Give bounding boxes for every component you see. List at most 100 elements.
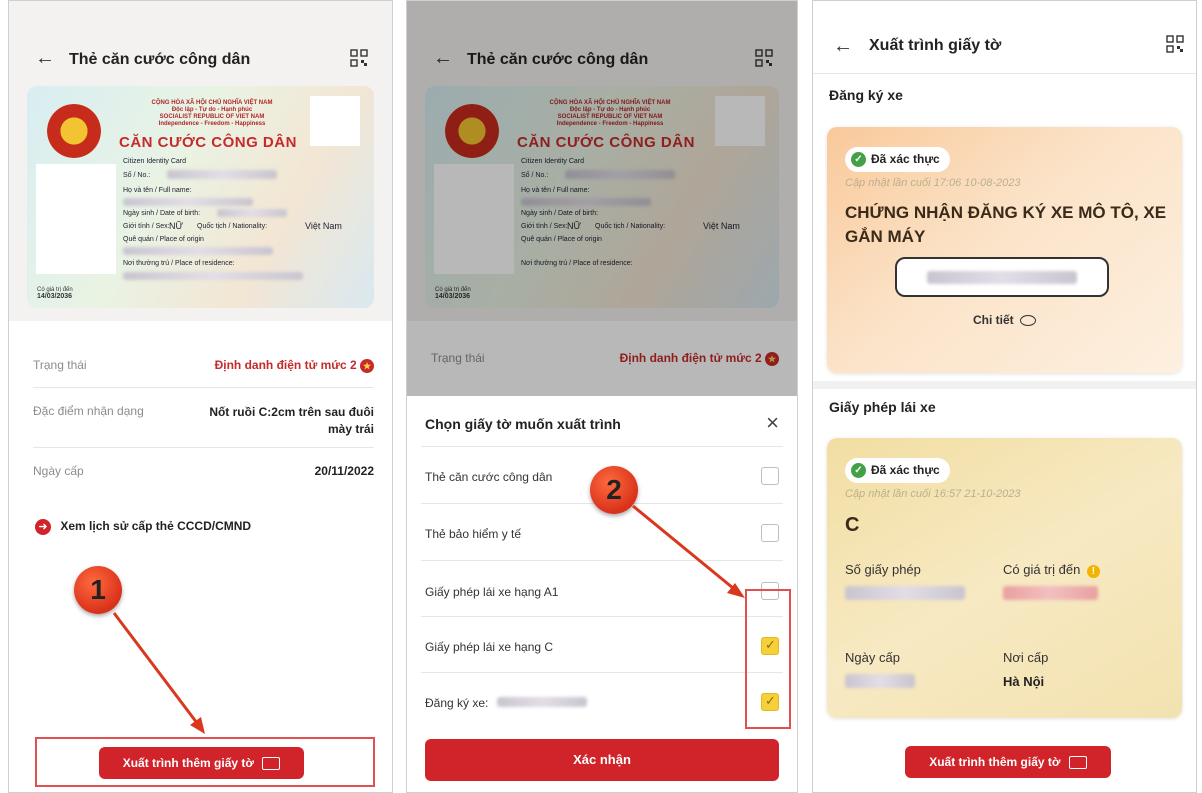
section-title-vehicle: Đăng ký xe bbox=[829, 87, 903, 103]
card-country-line3: SOCIALIST REPUBLIC OF VIET NAM bbox=[159, 114, 265, 120]
card-header: CỘNG HÒA XÃ HỘI CHỦ NGHĨA VIỆT NAM Độc l… bbox=[117, 100, 307, 128]
divider bbox=[421, 446, 783, 447]
option-license-c[interactable]: Giấy phép lái xe hạng C bbox=[425, 637, 779, 655]
card-sex-value: NỮ bbox=[169, 221, 184, 231]
back-arrow-icon[interactable]: ← bbox=[833, 35, 853, 58]
highlight-box bbox=[745, 589, 791, 729]
row-label: Ngày cấp bbox=[33, 464, 84, 478]
driver-license-card[interactable]: ✓ Đã xác thực Cập nhật lần cuối 16:57 21-… bbox=[827, 438, 1182, 718]
card-expiry-value: 14/03/2036 bbox=[37, 293, 73, 300]
option-label: Giấy phép lái xe hạng A1 bbox=[425, 585, 559, 599]
page-title: Thẻ căn cước công dân bbox=[69, 51, 251, 68]
badge-label: Đã xác thực bbox=[871, 463, 940, 477]
last-updated: Cập nhật lần cuối 16:57 21-10-2023 bbox=[845, 488, 1021, 500]
section-divider bbox=[813, 381, 1196, 389]
panel-select-documents: ← Thẻ căn cước công dân CỘNG HÒA XÃ HỘI … bbox=[406, 0, 798, 793]
card-photo bbox=[36, 164, 116, 274]
redacted-name bbox=[123, 198, 253, 206]
option-license-a1[interactable]: Giấy phép lái xe hạng A1 bbox=[425, 582, 779, 600]
present-more-button[interactable]: Xuất trình thêm giấy tờ bbox=[99, 747, 304, 779]
divider bbox=[421, 560, 783, 561]
issue-place-label: Nơi cấp bbox=[1003, 650, 1049, 665]
header: ← Thẻ căn cước công dân bbox=[9, 1, 392, 76]
row-value: Nốt ruồi C:2cm trên sau đuôi mày trái bbox=[209, 405, 374, 436]
divider bbox=[33, 387, 374, 388]
back-arrow-icon[interactable]: ← bbox=[35, 47, 55, 70]
history-link[interactable]: ➜ Xem lịch sử cấp thẻ CCCD/CMND bbox=[35, 519, 374, 535]
option-vehicle-registration[interactable]: Đăng ký xe: bbox=[425, 693, 779, 711]
card-country-line4: Independence - Freedom - Happiness bbox=[158, 121, 266, 127]
qr-code-icon[interactable] bbox=[350, 49, 368, 67]
redacted-dob bbox=[217, 209, 287, 217]
citizen-id-card: CỘNG HÒA XÃ HỘI CHỦ NGHĨA VIỆT NAM Độc l… bbox=[27, 86, 374, 308]
row-value: 20/11/2022 bbox=[314, 464, 374, 478]
card-country-line1: CỘNG HÒA XÃ HỘI CHỦ NGHĨA VIỆT NAM bbox=[151, 100, 273, 106]
card-sex-label: Giới tính / Sex: bbox=[123, 223, 170, 230]
bottom-sheet: Chọn giấy tờ muốn xuất trình × Thẻ căn c… bbox=[407, 396, 797, 792]
issue-date-label: Ngày cấp bbox=[845, 650, 900, 665]
dim-overlay[interactable] bbox=[407, 1, 797, 396]
issue-place-value: Hà Nội bbox=[1003, 674, 1045, 689]
last-updated: Cập nhật lần cuối 17:06 10-08-2023 bbox=[845, 177, 1021, 189]
close-icon[interactable]: × bbox=[766, 410, 779, 436]
option-label: Giấy phép lái xe hạng C bbox=[425, 640, 554, 654]
redacted-plate bbox=[497, 697, 587, 707]
redacted-plate bbox=[927, 271, 1077, 284]
card-origin-label: Quê quán / Place of origin bbox=[123, 236, 204, 243]
present-more-label: Xuất trình thêm giấy tờ bbox=[929, 755, 1061, 769]
row-label: Trạng thái bbox=[33, 358, 87, 372]
status-text: Định danh điện tử mức 2 bbox=[214, 358, 357, 372]
shield-badge-icon: ★ bbox=[360, 359, 374, 373]
step-marker-1: 1 bbox=[74, 566, 122, 614]
card-qr-area bbox=[310, 96, 360, 146]
arrow-right-circle-icon: ➜ bbox=[35, 519, 51, 535]
check-circle-icon: ✓ bbox=[851, 152, 866, 168]
option-health-insurance[interactable]: Thẻ bảo hiểm y tế bbox=[425, 524, 779, 542]
card-fullname-label: Họ và tên / Full name: bbox=[123, 187, 192, 194]
panel-present-documents: ← Xuất trình giấy tờ Đăng ký xe ✓ Đã xác … bbox=[812, 0, 1197, 793]
license-class: C bbox=[845, 514, 860, 536]
checkbox-health-insurance[interactable] bbox=[761, 524, 779, 542]
qr-code-icon[interactable] bbox=[1166, 35, 1184, 53]
plate-number-box bbox=[895, 257, 1109, 297]
detail-link-label: Chi tiết bbox=[972, 313, 1014, 327]
national-emblem-icon bbox=[47, 104, 101, 158]
card-residence-label: Nơi thường trú / Place of residence: bbox=[123, 260, 235, 267]
page-title: Xuất trình giấy tờ bbox=[869, 37, 1002, 54]
redacted-number bbox=[167, 170, 277, 179]
row-status: Trạng thái Định danh điện tử mức 2 ★ bbox=[33, 358, 374, 373]
row-identification: Đặc điểm nhận dạng Nốt ruồi C:2cm trên s… bbox=[33, 404, 374, 436]
eye-icon bbox=[1020, 315, 1036, 327]
card-country-line2: Độc lập - Tự do - Hạnh phúc bbox=[171, 107, 253, 113]
divider bbox=[421, 616, 783, 617]
card-dob-label: Ngày sinh / Date of birth: bbox=[123, 210, 201, 217]
redacted-issue-date bbox=[845, 674, 915, 688]
detail-link[interactable]: Chi tiết bbox=[827, 313, 1182, 327]
row-issue-date: Ngày cấp 20/11/2022 bbox=[33, 464, 374, 478]
card-name: CĂN CƯỚC CÔNG DÂN bbox=[119, 134, 297, 151]
badge-label: Đã xác thực bbox=[871, 152, 940, 166]
confirm-button[interactable]: Xác nhận bbox=[425, 739, 779, 781]
divider bbox=[33, 447, 374, 448]
id-card-icon bbox=[1068, 756, 1087, 770]
step-marker-2: 2 bbox=[590, 466, 638, 514]
divider bbox=[421, 672, 783, 673]
row-value: Định danh điện tử mức 2 ★ bbox=[215, 358, 374, 373]
valid-until-text: Có giá trị đến bbox=[1003, 562, 1081, 577]
verified-badge: ✓ Đã xác thực bbox=[845, 458, 950, 484]
row-label: Đặc điểm nhận dạng bbox=[33, 404, 144, 418]
vehicle-registration-card[interactable]: ✓ Đã xác thực Cập nhật lần cuối 17:06 10-… bbox=[827, 127, 1182, 373]
id-card-icon bbox=[262, 757, 281, 771]
card-number-label: Số / No.: bbox=[123, 172, 151, 179]
card-nationality-value: Việt Nam bbox=[305, 221, 342, 231]
redacted-license-number bbox=[845, 586, 965, 600]
warning-icon: ! bbox=[1086, 565, 1100, 578]
id-card-area: CỘNG HÒA XÃ HỘI CHỦ NGHĨA VIỆT NAM Độc l… bbox=[9, 76, 392, 321]
redacted-residence bbox=[123, 272, 303, 280]
present-more-label: Xuất trình thêm giấy tờ bbox=[122, 756, 254, 770]
vehicle-card-title: CHỨNG NHẬN ĐĂNG KÝ XE MÔ TÔ, XE GẮN MÁY bbox=[845, 203, 1167, 246]
verified-badge: ✓ Đã xác thực bbox=[845, 147, 950, 173]
panel-citizen-id: ← Thẻ căn cước công dân CỘNG HÒA XÃ HỘI … bbox=[8, 0, 393, 793]
present-more-button[interactable]: Xuất trình thêm giấy tờ bbox=[905, 746, 1111, 778]
checkbox-citizen-id[interactable] bbox=[761, 467, 779, 485]
